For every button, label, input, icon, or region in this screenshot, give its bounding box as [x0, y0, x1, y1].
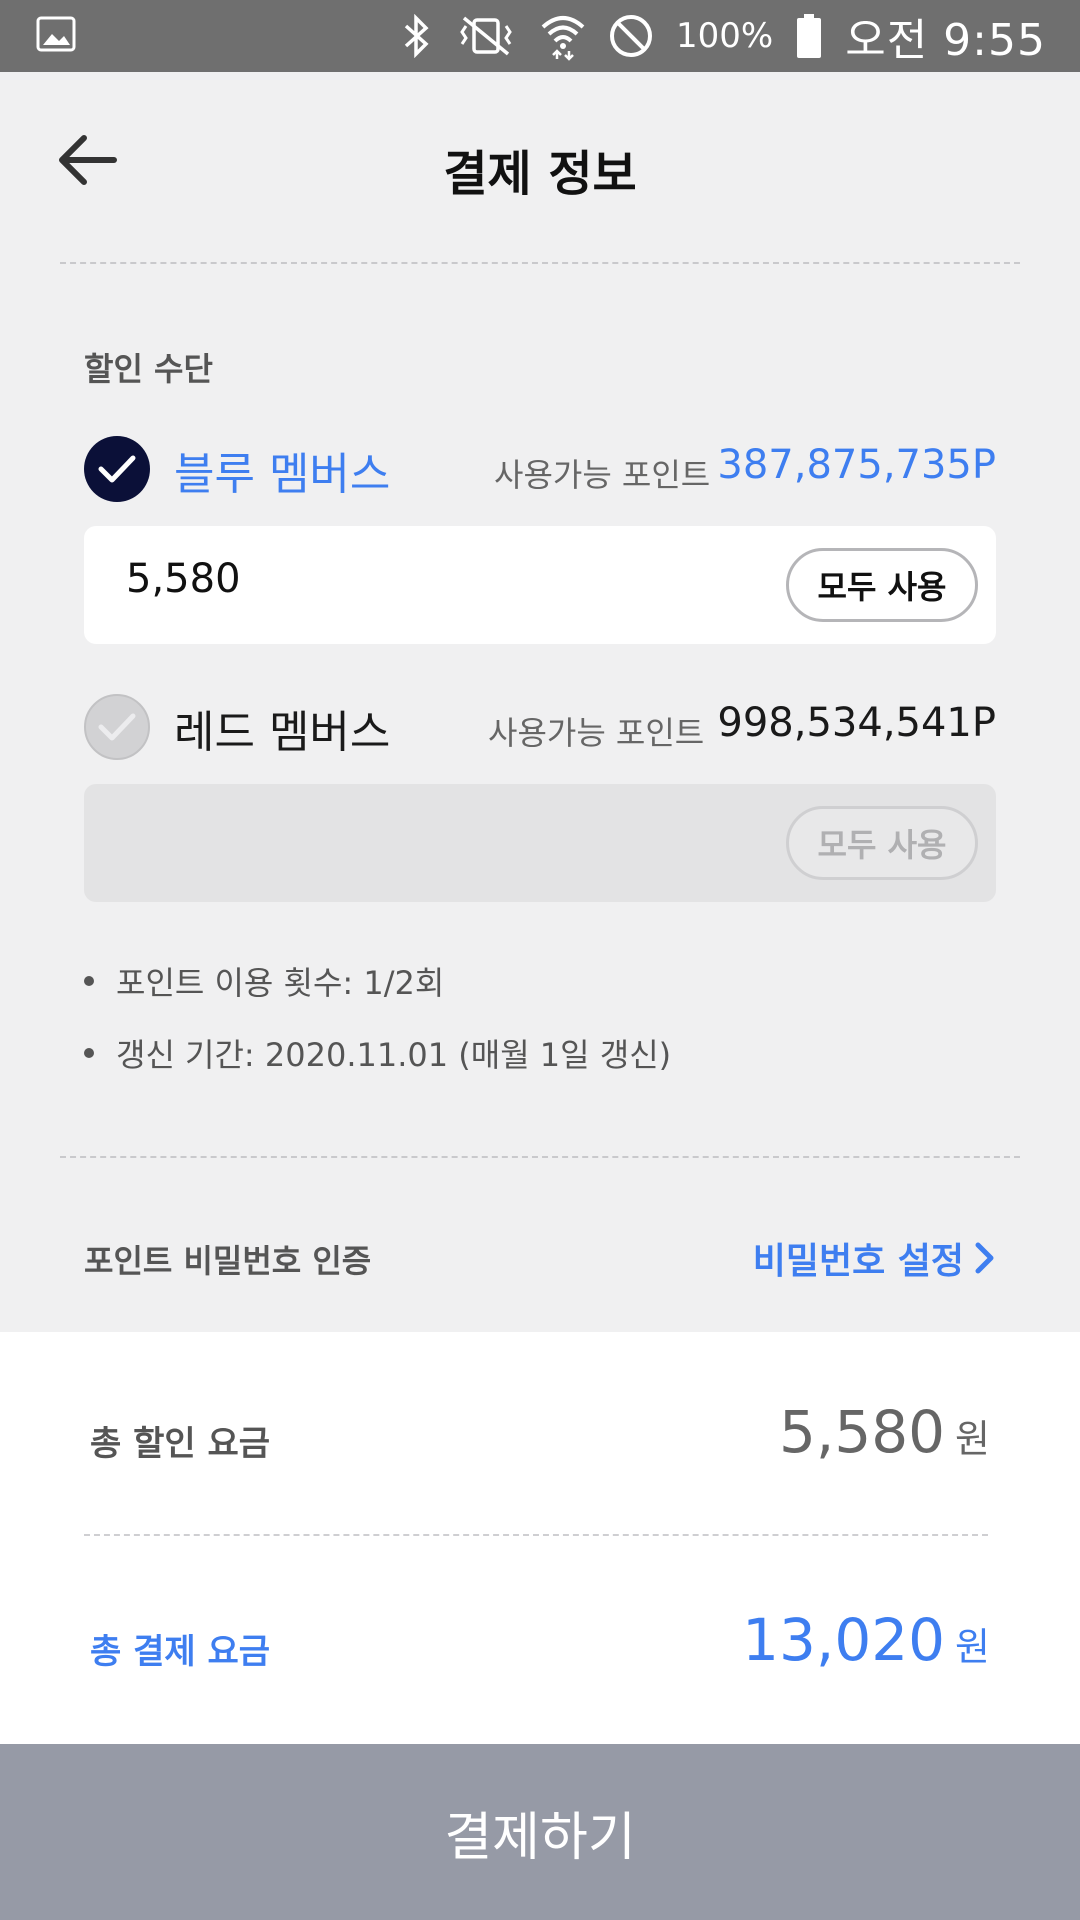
bluetooth-icon [404, 14, 429, 58]
available-points-value: 998,534,541P [717, 700, 996, 746]
use-all-button[interactable]: 모두 사용 [786, 806, 978, 880]
discount-section-label: 할인 수단 [84, 350, 213, 388]
red-points-input-box: 모두 사용 [84, 784, 996, 902]
blue-points-input-box: 모두 사용 [84, 526, 996, 644]
available-points-label: 사용가능 포인트 [494, 456, 711, 494]
bullet-dot [84, 976, 94, 986]
red-members-checkbox[interactable] [84, 694, 150, 760]
divider [84, 1534, 988, 1536]
total-discount-label: 총 할인 요금 [90, 1424, 271, 1464]
status-bar: 100% 오전 9:55 [0, 0, 1080, 72]
clock: 오전 9:55 [845, 15, 1046, 66]
member-row-blue: 블루 멤버스 사용가능 포인트 387,875,735P [84, 436, 996, 506]
wifi-icon [541, 16, 585, 61]
red-points-input[interactable] [126, 814, 726, 860]
total-discount-amount: 5,580 [778, 1398, 946, 1466]
status-icons: 100% 오전 9:55 [402, 0, 1046, 72]
renewal-period-note: 갱신 기간: 2020.11.01 (매월 1일 갱신) [84, 1030, 671, 1076]
vibrate-icon [460, 16, 512, 56]
payment-summary: 총 할인 요금 5,580 원 총 결제 요금 13,020 원 [0, 1332, 1080, 1744]
currency-unit: 원 [955, 1625, 990, 1669]
pay-button[interactable]: 결제하기 [0, 1744, 1080, 1920]
total-discount-value: 5,580 원 [779, 1398, 990, 1466]
blue-members-checkbox[interactable] [84, 436, 150, 502]
page-title: 결제 정보 [443, 146, 637, 202]
currency-unit: 원 [955, 1417, 990, 1461]
password-setting-label: 비밀번호 설정 [752, 1241, 964, 1282]
gallery-icon [36, 14, 76, 58]
point-password-label: 포인트 비밀번호 인증 [84, 1242, 372, 1280]
available-points-value: 387,875,735P [717, 442, 996, 488]
battery-icon [797, 14, 822, 58]
member-row-red: 레드 멤버스 사용가능 포인트 998,534,541P [84, 694, 996, 764]
note-text: 갱신 기간: 2020.11.01 (매월 1일 갱신) [116, 1036, 672, 1074]
available-points-label: 사용가능 포인트 [488, 714, 705, 752]
blue-points-input[interactable] [126, 556, 726, 602]
use-all-button[interactable]: 모두 사용 [786, 548, 978, 622]
total-payment-amount: 13,020 [742, 1606, 946, 1674]
member-name: 블루 멤버스 [174, 449, 391, 500]
divider [60, 1156, 1020, 1158]
note-text: 포인트 이용 횟수: 1/2회 [116, 964, 445, 1002]
bullet-dot [84, 1048, 94, 1058]
battery-percent: 100% [676, 16, 774, 56]
password-setting-link[interactable]: 비밀번호 설정 [753, 1232, 996, 1284]
check-icon [98, 455, 136, 483]
usage-count-note: 포인트 이용 횟수: 1/2회 [84, 958, 444, 1004]
member-name: 레드 멤버스 [174, 707, 391, 758]
total-payment-label: 총 결제 요금 [90, 1632, 271, 1672]
chevron-right-icon [975, 1242, 994, 1274]
total-payment-value: 13,020 원 [742, 1606, 990, 1674]
check-icon [98, 713, 136, 741]
do-not-disturb-icon [610, 15, 653, 57]
divider [60, 262, 1020, 264]
header: 결제 정보 [0, 72, 1080, 262]
